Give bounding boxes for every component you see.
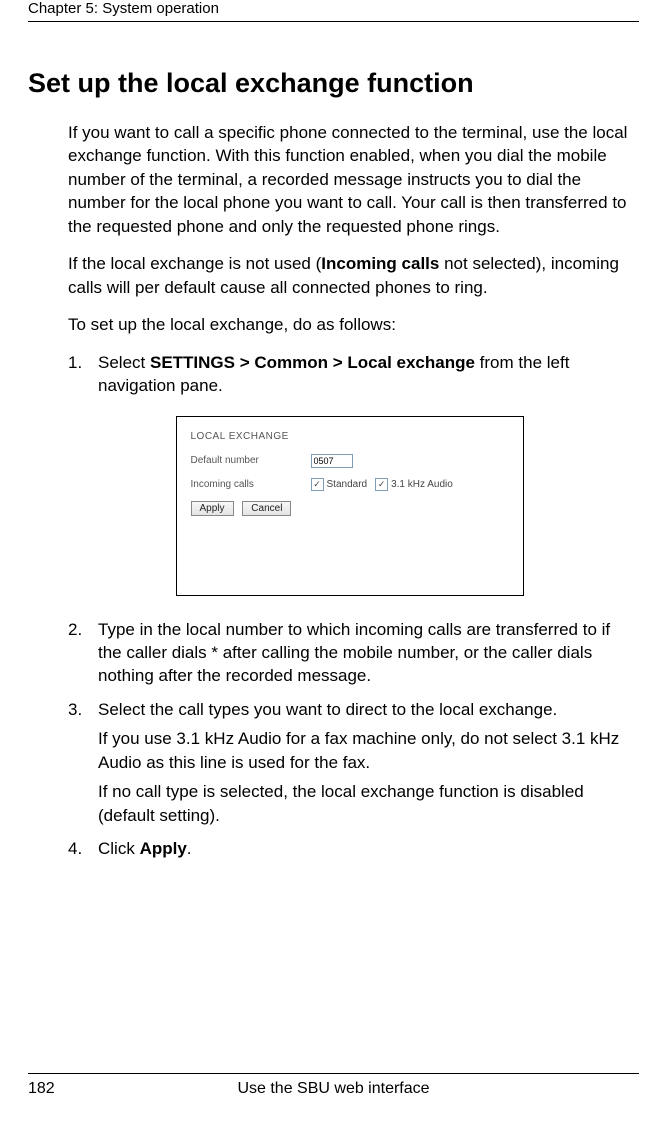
incoming-calls-label: Incoming calls [191, 479, 311, 490]
checkbox-31khz-label: 3.1 kHz Audio [391, 479, 453, 490]
figure-button-row: Apply Cancel [191, 501, 509, 516]
s1-bold: SETTINGS > Common > Local exchange [150, 353, 475, 372]
p2-bold: Incoming calls [321, 254, 439, 273]
step-1-text: Select SETTINGS > Common > Local exchang… [98, 351, 631, 398]
step-2: 2. Type in the local number to which inc… [68, 618, 631, 688]
step-4-num: 4. [68, 837, 98, 860]
step-1: 1. Select SETTINGS > Common > Local exch… [68, 351, 631, 398]
step-4-text: Click Apply. [98, 837, 631, 860]
s4-c: . [187, 839, 192, 858]
section-heading: Set up the local exchange function [28, 68, 631, 99]
local-exchange-figure: LOCAL EXCHANGE Default number Incoming c… [176, 416, 524, 596]
checkbox-standard-label: Standard [327, 479, 368, 490]
page-footer: Use the SBU web interface 182 [28, 1073, 639, 1100]
intro-para-2: If the local exchange is not used (Incom… [68, 252, 631, 299]
check-icon: ✓ [311, 478, 324, 491]
default-number-input[interactable] [311, 454, 353, 468]
default-number-label: Default number [191, 455, 311, 466]
check-icon: ✓ [375, 478, 388, 491]
checkbox-standard[interactable]: ✓ Standard [311, 478, 368, 491]
s4-bold: Apply [140, 839, 187, 858]
step-1-num: 1. [68, 351, 98, 398]
footer-section-title: Use the SBU web interface [28, 1080, 639, 1098]
step-3-num: 3. [68, 698, 98, 827]
p2-part-a: If the local exchange is not used ( [68, 254, 321, 273]
cancel-button[interactable]: Cancel [242, 501, 291, 516]
chapter-label: Chapter 5: System operation [28, 0, 639, 21]
figure-row-incoming-calls: Incoming calls ✓ Standard ✓ 3.1 kHz Audi… [191, 478, 509, 491]
intro-para-1: If you want to call a specific phone con… [68, 121, 631, 238]
header-rule [28, 21, 639, 22]
ordered-list: 1. Select SETTINGS > Common > Local exch… [68, 351, 631, 861]
content-area: Set up the local exchange function If yo… [28, 68, 631, 871]
figure-wrap: LOCAL EXCHANGE Default number Incoming c… [68, 416, 631, 596]
s3-line-a: Select the call types you want to direct… [98, 698, 631, 721]
step-2-text: Type in the local number to which incomi… [98, 618, 631, 688]
footer-rule [28, 1073, 639, 1074]
figure-title: LOCAL EXCHANGE [191, 431, 509, 442]
step-3-text: Select the call types you want to direct… [98, 698, 631, 827]
figure-row-default-number: Default number [191, 454, 509, 468]
page: Chapter 5: System operation Set up the l… [0, 0, 667, 1126]
body-block: If you want to call a specific phone con… [68, 121, 631, 337]
intro-para-3: To set up the local exchange, do as foll… [68, 313, 631, 336]
s4-a: Click [98, 839, 140, 858]
page-number: 182 [28, 1080, 55, 1098]
step-3: 3. Select the call types you want to dir… [68, 698, 631, 827]
checkbox-31khz[interactable]: ✓ 3.1 kHz Audio [375, 478, 453, 491]
s3-line-c: If no call type is selected, the local e… [98, 780, 631, 827]
page-header: Chapter 5: System operation [0, 0, 667, 22]
apply-button[interactable]: Apply [191, 501, 234, 516]
step-2-num: 2. [68, 618, 98, 688]
step-4: 4. Click Apply. [68, 837, 631, 860]
s1-a: Select [98, 353, 150, 372]
s3-line-b: If you use 3.1 kHz Audio for a fax machi… [98, 727, 631, 774]
